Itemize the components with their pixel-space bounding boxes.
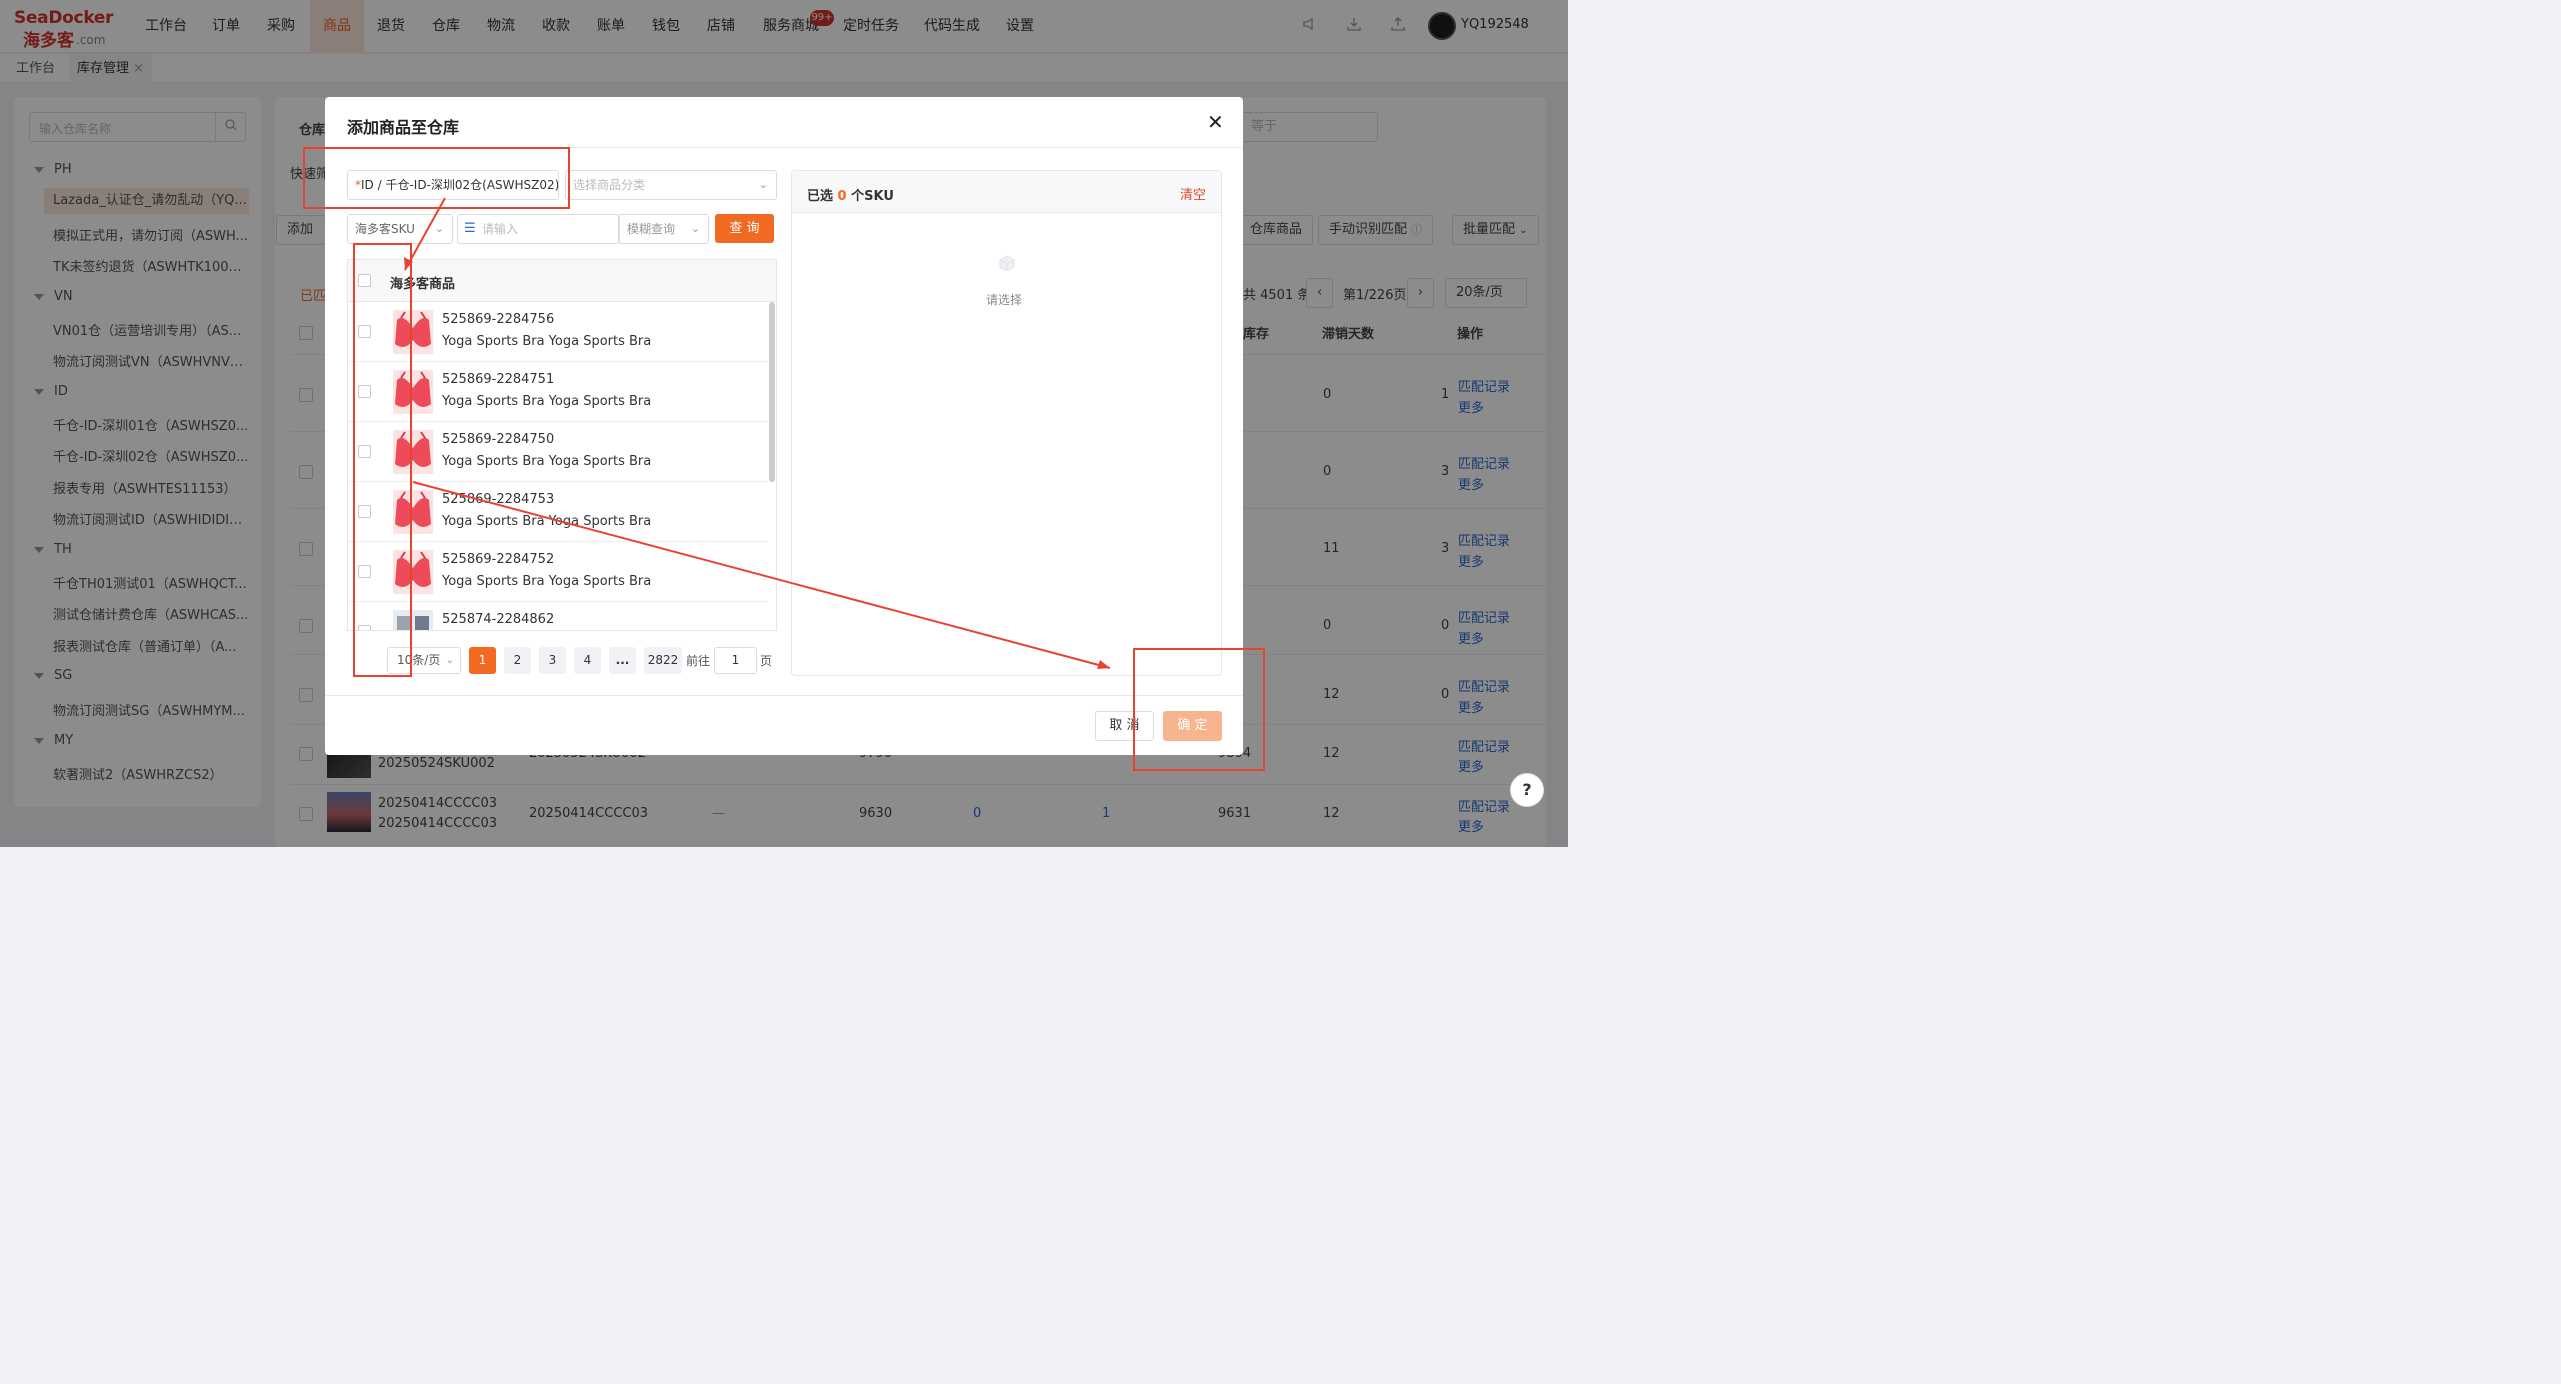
selected-sku-panel: 已选 0 个SKU 清空 请选择	[791, 170, 1222, 676]
product-thumbnail	[393, 310, 433, 354]
empty-state-text: 请选择	[986, 293, 1023, 307]
search-input-placeholder: 请输入	[482, 222, 519, 236]
product-sku: 525869-2284756	[442, 312, 555, 327]
list-scrollbar[interactable]	[769, 302, 775, 482]
list-filter-icon: ☰	[464, 221, 476, 236]
product-name: Yoga Sports Bra Yoga Sports Bra	[442, 514, 652, 529]
product-thumbnail	[393, 610, 433, 630]
product-name: Yoga Sports Bra Yoga Sports Bra	[442, 394, 652, 409]
product-checkbox[interactable]	[358, 325, 371, 338]
page-button[interactable]: 3	[539, 647, 566, 674]
category-select[interactable]: 选择商品分类 ⌄	[565, 170, 777, 200]
product-name: Yoga Sports Bra Yoga Sports Bra	[442, 574, 652, 589]
page-button[interactable]: 1	[469, 647, 496, 674]
product-row[interactable]: 525874-2284862	[348, 602, 768, 630]
query-button[interactable]: 查 询	[715, 214, 774, 243]
search-input[interactable]: ☰ 请输入	[457, 214, 619, 244]
goto-page-input[interactable]: 1	[714, 647, 757, 674]
product-sku: 525869-2284752	[442, 552, 555, 567]
chevron-down-icon: ⌄	[690, 222, 700, 235]
empty-box-icon	[999, 255, 1015, 271]
modal-title: 添加商品至仓库	[347, 118, 460, 137]
product-checkbox[interactable]	[358, 505, 371, 518]
chevron-down-icon: ⌄	[445, 655, 454, 666]
select-all-products-checkbox[interactable]	[358, 274, 371, 287]
warehouse-select-value: *ID / 千仓-ID-深圳02仓(ASWHSZ02)	[355, 171, 559, 199]
sku-type-select[interactable]: 海多客SKU ⌄	[347, 214, 453, 244]
product-sku: 525869-2284753	[442, 492, 555, 507]
product-list: 海多客商品 525869-2284756 Yoga Sports Bra Yoga…	[347, 259, 777, 631]
match-mode-select[interactable]: 模糊查询 ⌄	[619, 214, 709, 244]
chevron-down-icon: ⌄	[434, 222, 444, 235]
warehouse-value: ID / 千仓-ID-深圳02仓(ASWHSZ02)	[361, 178, 559, 192]
page-unit: 页	[760, 654, 773, 668]
product-row[interactable]: 525869-2284756 Yoga Sports Bra Yoga Sport…	[348, 302, 768, 362]
page-button[interactable]: 2	[504, 647, 531, 674]
cancel-button[interactable]: 取 消	[1095, 711, 1154, 741]
product-row[interactable]: 525869-2284751 Yoga Sports Bra Yoga Sport…	[348, 362, 768, 422]
goto-label: 前往	[686, 654, 711, 668]
selected-sku-summary: 已选 0 个SKU	[807, 185, 894, 204]
modal-divider	[325, 147, 1243, 148]
close-icon[interactable]: ✕	[1207, 112, 1224, 132]
category-placeholder: 选择商品分类	[573, 178, 646, 192]
product-thumbnail	[393, 370, 433, 414]
product-thumbnail	[393, 490, 433, 534]
product-checkbox[interactable]	[358, 445, 371, 458]
page-button-last[interactable]: 2822	[644, 647, 682, 674]
product-thumbnail	[393, 550, 433, 594]
product-thumbnail	[393, 430, 433, 474]
selected-prefix: 已选	[807, 189, 834, 204]
modal-page-size-select[interactable]: 10条/页 ⌄	[387, 647, 461, 674]
modal-footer-divider	[325, 695, 1243, 696]
page-button[interactable]: 4	[574, 647, 601, 674]
warehouse-select[interactable]: *ID / 千仓-ID-深圳02仓(ASWHSZ02)	[347, 170, 559, 200]
add-product-to-warehouse-modal: 添加商品至仓库 ✕ *ID / 千仓-ID-深圳02仓(ASWHSZ02) 选择…	[325, 97, 1243, 755]
product-sku: 525869-2284750	[442, 432, 555, 447]
match-mode-value: 模糊查询	[627, 222, 676, 236]
selected-count: 0	[837, 189, 847, 204]
product-row[interactable]: 525869-2284750 Yoga Sports Bra Yoga Sport…	[348, 422, 768, 482]
product-list-header: 海多客商品	[348, 260, 776, 302]
product-list-title: 海多客商品	[390, 277, 456, 292]
product-checkbox[interactable]	[358, 565, 371, 578]
product-name: Yoga Sports Bra Yoga Sports Bra	[442, 334, 652, 349]
product-checkbox[interactable]	[358, 385, 371, 398]
chevron-down-icon: ⌄	[758, 178, 768, 191]
confirm-button[interactable]: 确 定	[1163, 711, 1222, 741]
selected-sku-header: 已选 0 个SKU 清空	[792, 171, 1221, 213]
page-ellipsis[interactable]: ...	[609, 647, 636, 674]
product-sku: 525869-2284751	[442, 372, 555, 387]
product-row[interactable]: 525869-2284753 Yoga Sports Bra Yoga Sport…	[348, 482, 768, 542]
help-button[interactable]: ?	[1510, 773, 1544, 807]
clear-selection-button[interactable]: 清空	[1180, 184, 1206, 203]
sku-type-value: 海多客SKU	[355, 222, 415, 236]
product-sku: 525874-2284862	[442, 612, 555, 627]
page-size-value: 10条/页	[397, 653, 441, 667]
selected-suffix: 个SKU	[851, 189, 894, 204]
product-row[interactable]: 525869-2284752 Yoga Sports Bra Yoga Sport…	[348, 542, 768, 602]
product-name: Yoga Sports Bra Yoga Sports Bra	[442, 454, 652, 469]
product-checkbox[interactable]	[358, 625, 371, 630]
